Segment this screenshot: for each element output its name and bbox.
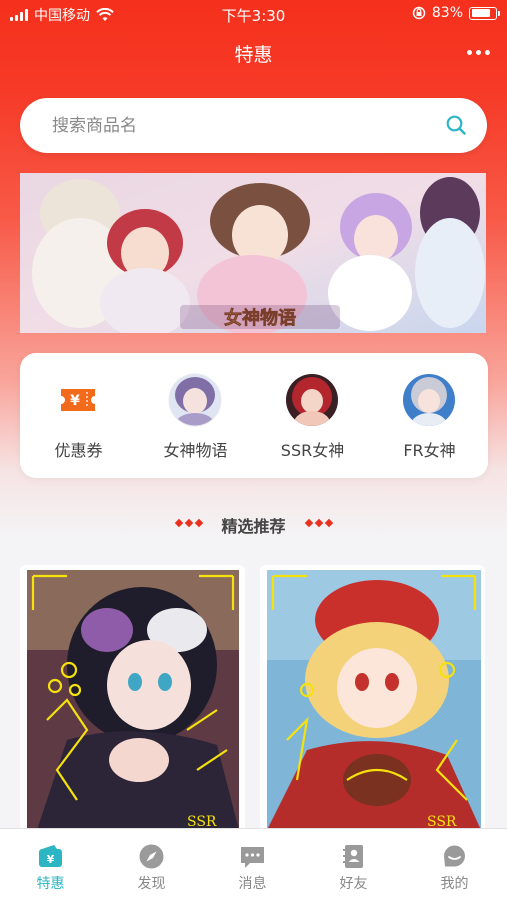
svg-text:¥: ¥	[70, 393, 80, 409]
product-image: SSR	[27, 570, 239, 830]
tab-label: 特惠	[36, 876, 65, 892]
tab-label: 发现	[137, 876, 166, 892]
tab-label: 我的	[440, 876, 469, 892]
status-bar: 中国移动 下午3:30 83%	[0, 0, 507, 28]
tab-label: 消息	[238, 876, 267, 892]
nav-bar: 特惠	[0, 30, 507, 74]
category-label: FR女神	[403, 441, 456, 460]
category-item-fr-goddess[interactable]: FR女神	[371, 353, 488, 478]
wallet-icon: ¥	[39, 845, 62, 867]
more-button[interactable]	[463, 42, 493, 62]
category-item-coupon[interactable]: ¥ 优惠券	[20, 353, 137, 478]
battery-icon	[469, 6, 500, 20]
status-right: 83%	[412, 5, 500, 21]
product-image: SSR	[267, 570, 481, 830]
avatar-icon	[286, 374, 338, 426]
battery-percent: 83%	[431, 5, 463, 21]
contacts-icon	[343, 845, 363, 868]
category-label: SSR女神	[280, 441, 345, 460]
chat-icon	[241, 847, 264, 868]
page-title: 特惠	[234, 44, 273, 66]
banner-logo: 女神物语	[224, 307, 296, 329]
tab-discover[interactable]: 发现	[101, 829, 202, 900]
avatar-icon	[168, 373, 222, 427]
battery-fill	[471, 9, 490, 17]
category-card: ¥ 优惠券 女神物语 SSR女神 FR女神	[20, 353, 488, 478]
search-bar[interactable]	[20, 98, 487, 153]
tab-bar: ¥ 特惠 发现 消息 好友 我的	[0, 828, 507, 900]
search-input[interactable]	[52, 98, 432, 153]
coupon-icon: ¥	[61, 389, 95, 411]
section-header: 精选推荐	[0, 510, 507, 538]
search-icon[interactable]	[445, 114, 467, 136]
rotation-lock-icon	[412, 6, 426, 20]
product-card[interactable]: SSR	[260, 565, 485, 830]
category-item-ssr-goddess[interactable]: SSR女神	[254, 353, 371, 478]
product-card[interactable]: SSR	[20, 565, 245, 830]
section-title: 精选推荐	[221, 517, 286, 536]
tab-messages[interactable]: 消息	[202, 829, 303, 900]
tab-deals[interactable]: ¥ 特惠	[0, 829, 101, 900]
avatar-icon	[403, 374, 455, 426]
diamond-decoration-icon	[304, 518, 334, 528]
category-label: 女神物语	[163, 441, 228, 460]
tab-friends[interactable]: 好友	[303, 829, 404, 900]
category-item-goddess-story[interactable]: 女神物语	[137, 353, 254, 478]
svg-text:¥: ¥	[47, 853, 55, 866]
compass-icon	[139, 844, 164, 869]
banner-artwork: 女神物语	[20, 173, 486, 333]
category-label: 优惠券	[54, 441, 103, 460]
tab-profile[interactable]: 我的	[404, 829, 505, 900]
tab-label: 好友	[339, 876, 368, 892]
profile-icon	[444, 845, 465, 867]
more-dots-icon	[466, 49, 472, 55]
promo-banner[interactable]: 女神物语	[20, 173, 486, 333]
